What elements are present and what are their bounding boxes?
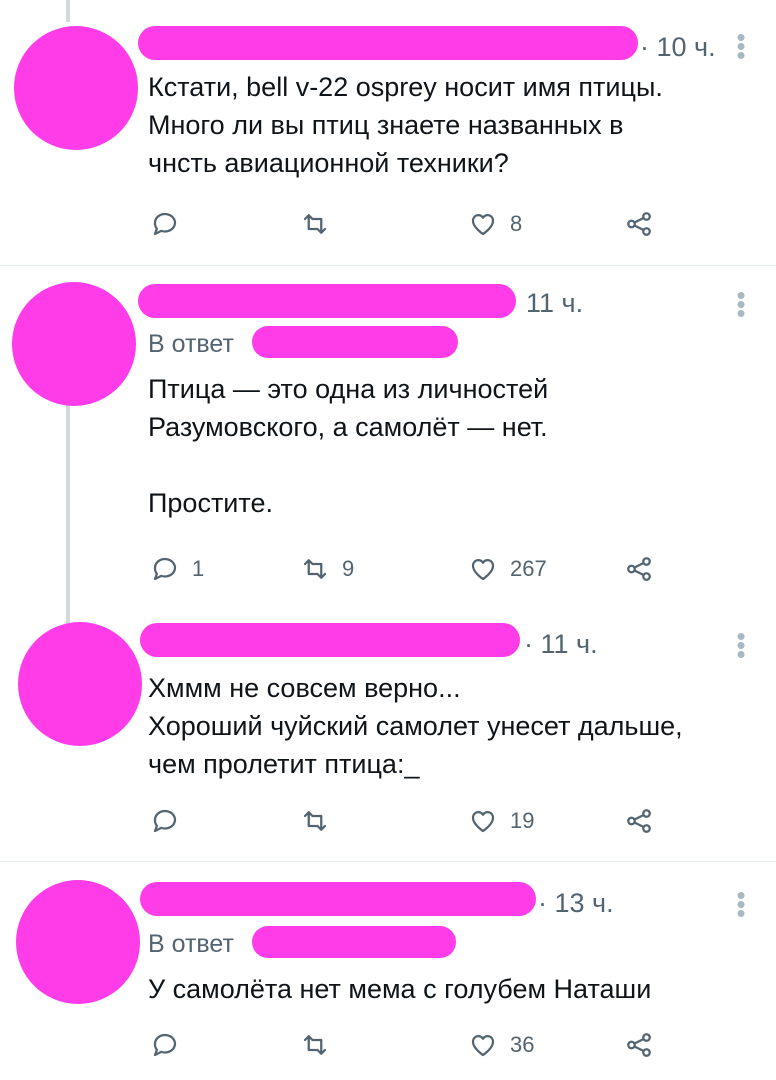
share-button[interactable] xyxy=(624,1028,654,1062)
reply-icon xyxy=(153,212,177,236)
like-button[interactable]: 19 xyxy=(468,804,534,838)
tweet-actions: 36 xyxy=(150,1028,670,1062)
tweet-text-line: Птица — это одна из личностей xyxy=(148,374,549,404)
reply-button[interactable]: 1 xyxy=(150,552,204,586)
tweet-timestamp[interactable]: · 10 ч. xyxy=(640,32,716,63)
reply-button[interactable] xyxy=(150,207,192,241)
tweet-text-line: У самолёта нет мема с голубем Наташи xyxy=(148,974,652,1004)
retweet-button[interactable]: 9 xyxy=(300,552,354,586)
share-icon xyxy=(627,809,651,833)
tweet-timestamp[interactable]: · 13 ч. xyxy=(538,888,614,919)
reply-to-label: В ответ xyxy=(148,330,234,358)
redacted-author-name[interactable] xyxy=(140,882,536,916)
tweet-text-line: чнсть авиационной техники? xyxy=(148,148,509,178)
heart-icon xyxy=(471,810,495,833)
like-button[interactable]: 8 xyxy=(468,207,522,241)
tweet-text-line: Много ли вы птиц знаете названных в xyxy=(148,110,624,140)
tweet[interactable]: · 11 ч. • • • Хммм не совсем верно... Хоро… xyxy=(0,597,776,861)
retweet-icon xyxy=(303,1035,327,1055)
reply-count: 1 xyxy=(192,556,205,581)
heart-icon xyxy=(471,558,495,581)
more-vertical-icon[interactable]: • • • xyxy=(736,882,746,926)
tweet-text: Кстати, bell v-22 osprey носит имя птицы… xyxy=(148,68,758,182)
like-button[interactable]: 36 xyxy=(468,1028,534,1062)
tweet-text-line xyxy=(148,446,758,484)
redacted-reply-handle[interactable] xyxy=(252,926,456,958)
reply-button[interactable] xyxy=(150,804,192,838)
reply-button[interactable] xyxy=(150,1028,192,1062)
tweet-text-line: Хороший чуйский самолет унесет дальше, xyxy=(148,711,683,741)
tweet-timestamp[interactable]: · 11 ч. xyxy=(524,629,598,660)
like-count: 36 xyxy=(510,1032,535,1057)
reply-icon xyxy=(153,1033,177,1057)
tweet-text-line: Простите. xyxy=(148,488,273,518)
retweet-button[interactable] xyxy=(300,207,342,241)
like-count: 267 xyxy=(510,556,547,581)
share-icon xyxy=(627,212,651,236)
redacted-reply-handle[interactable] xyxy=(252,326,458,358)
tweet-text: У самолёта нет мема с голубем Наташи xyxy=(148,970,758,1008)
like-count: 8 xyxy=(510,211,523,236)
redacted-author-name[interactable] xyxy=(138,26,638,60)
share-button[interactable] xyxy=(624,207,654,241)
more-vertical-icon[interactable]: • • • xyxy=(736,623,746,667)
share-icon xyxy=(627,1033,651,1057)
retweet-icon xyxy=(303,811,327,831)
avatar[interactable] xyxy=(18,622,142,746)
share-icon xyxy=(627,557,651,581)
retweet-icon xyxy=(303,559,327,579)
reply-to-label: В ответ xyxy=(148,930,234,958)
retweet-button[interactable] xyxy=(300,804,342,838)
more-vertical-icon[interactable]: • • • xyxy=(736,24,746,68)
retweet-count: 9 xyxy=(342,556,355,581)
tweet[interactable]: · 13 ч. • • • В ответ У самолёта нет мема … xyxy=(0,862,776,1080)
tweet[interactable]: 11 ч. • • • В ответ Птица — это одна из ли… xyxy=(0,266,776,596)
avatar[interactable] xyxy=(12,282,136,406)
avatar[interactable] xyxy=(16,880,140,1004)
retweet-button[interactable] xyxy=(300,1028,342,1062)
more-vertical-icon[interactable]: • • • xyxy=(736,282,746,326)
tweet-text: Птица — это одна из личностей Разумовско… xyxy=(148,370,758,522)
like-count: 19 xyxy=(510,808,535,833)
avatar[interactable] xyxy=(14,26,138,150)
tweet-text: Хммм не совсем верно... Хороший чуйский … xyxy=(148,669,758,783)
share-button[interactable] xyxy=(624,552,654,586)
heart-icon xyxy=(471,213,495,236)
redacted-author-name[interactable] xyxy=(138,284,516,318)
redacted-author-name[interactable] xyxy=(140,623,520,657)
tweet-actions: 8 xyxy=(150,207,670,241)
tweet-text-line: чем пролетит птица:_ xyxy=(148,749,420,779)
tweet-actions: 19 xyxy=(150,804,670,838)
tweet-actions: 1 9 267 xyxy=(150,552,670,586)
like-button[interactable]: 267 xyxy=(468,552,547,586)
share-button[interactable] xyxy=(624,804,654,838)
reply-icon xyxy=(153,809,177,833)
tweet-text-line: Кстати, bell v-22 osprey носит имя птицы… xyxy=(148,72,663,102)
tweet[interactable]: · 10 ч. • • • Кстати, bell v-22 osprey нос… xyxy=(0,0,776,265)
heart-icon xyxy=(471,1034,495,1057)
tweet-text-line: Разумовского, а самолёт — нет. xyxy=(148,412,548,442)
tweet-timestamp[interactable]: 11 ч. xyxy=(526,288,583,319)
retweet-icon xyxy=(303,214,327,234)
reply-icon xyxy=(153,557,177,581)
tweet-text-line: Хммм не совсем верно... xyxy=(148,673,461,703)
